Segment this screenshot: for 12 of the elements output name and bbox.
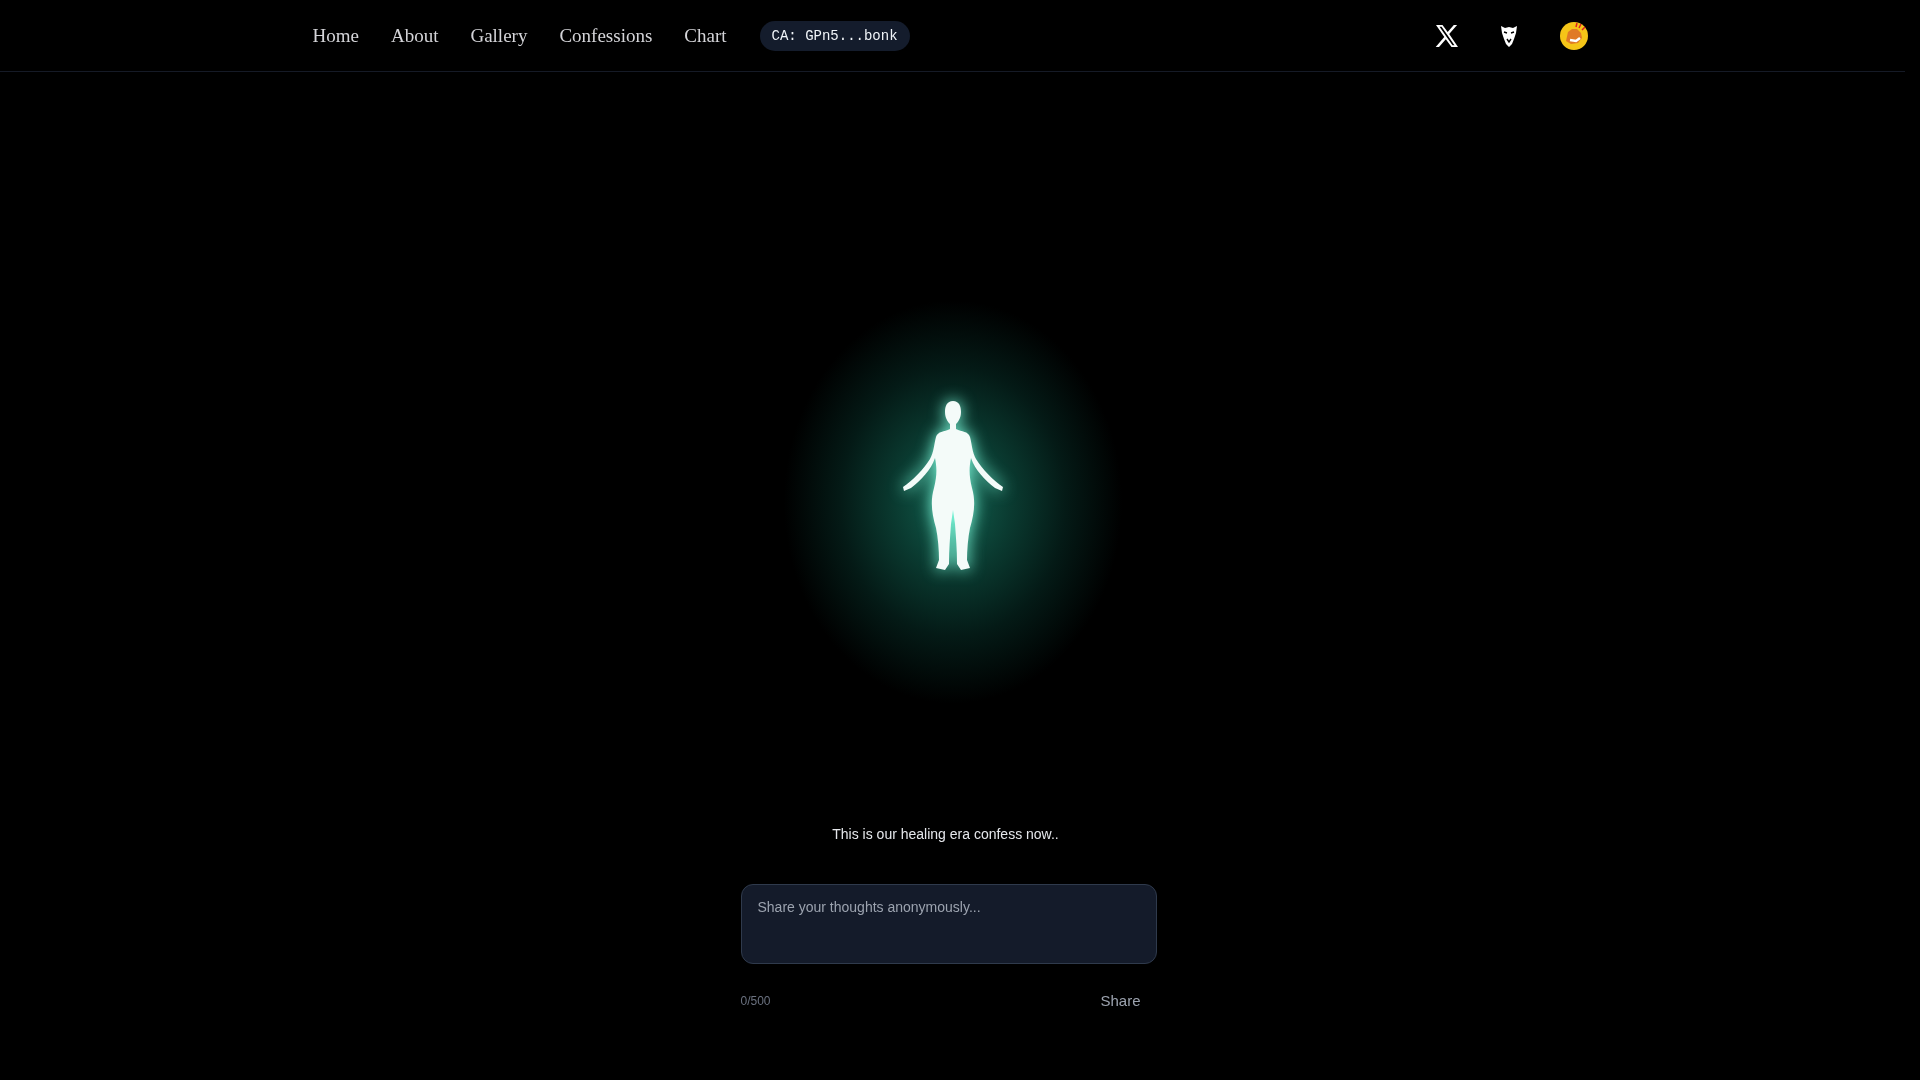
contract-address-button[interactable]: CA: GPn5...bonk bbox=[759, 20, 910, 51]
hero-caption: This is our healing era confess now.. bbox=[832, 826, 1060, 842]
share-button[interactable]: Share bbox=[1100, 990, 1157, 1011]
nav-link[interactable]: Chart bbox=[684, 24, 727, 47]
nav-link[interactable]: Confessions bbox=[559, 24, 653, 47]
nav-link[interactable]: About bbox=[390, 24, 439, 47]
nav-link[interactable]: Gallery bbox=[470, 24, 528, 47]
x-logo-icon[interactable] bbox=[1434, 24, 1459, 47]
character-counter: 0/500 bbox=[740, 993, 771, 1008]
nav-link[interactable]: Home bbox=[312, 24, 359, 47]
confession-input-field[interactable]: Share your thoughts anonymously... bbox=[740, 884, 1157, 964]
dog-logo-icon[interactable] bbox=[1558, 20, 1589, 51]
